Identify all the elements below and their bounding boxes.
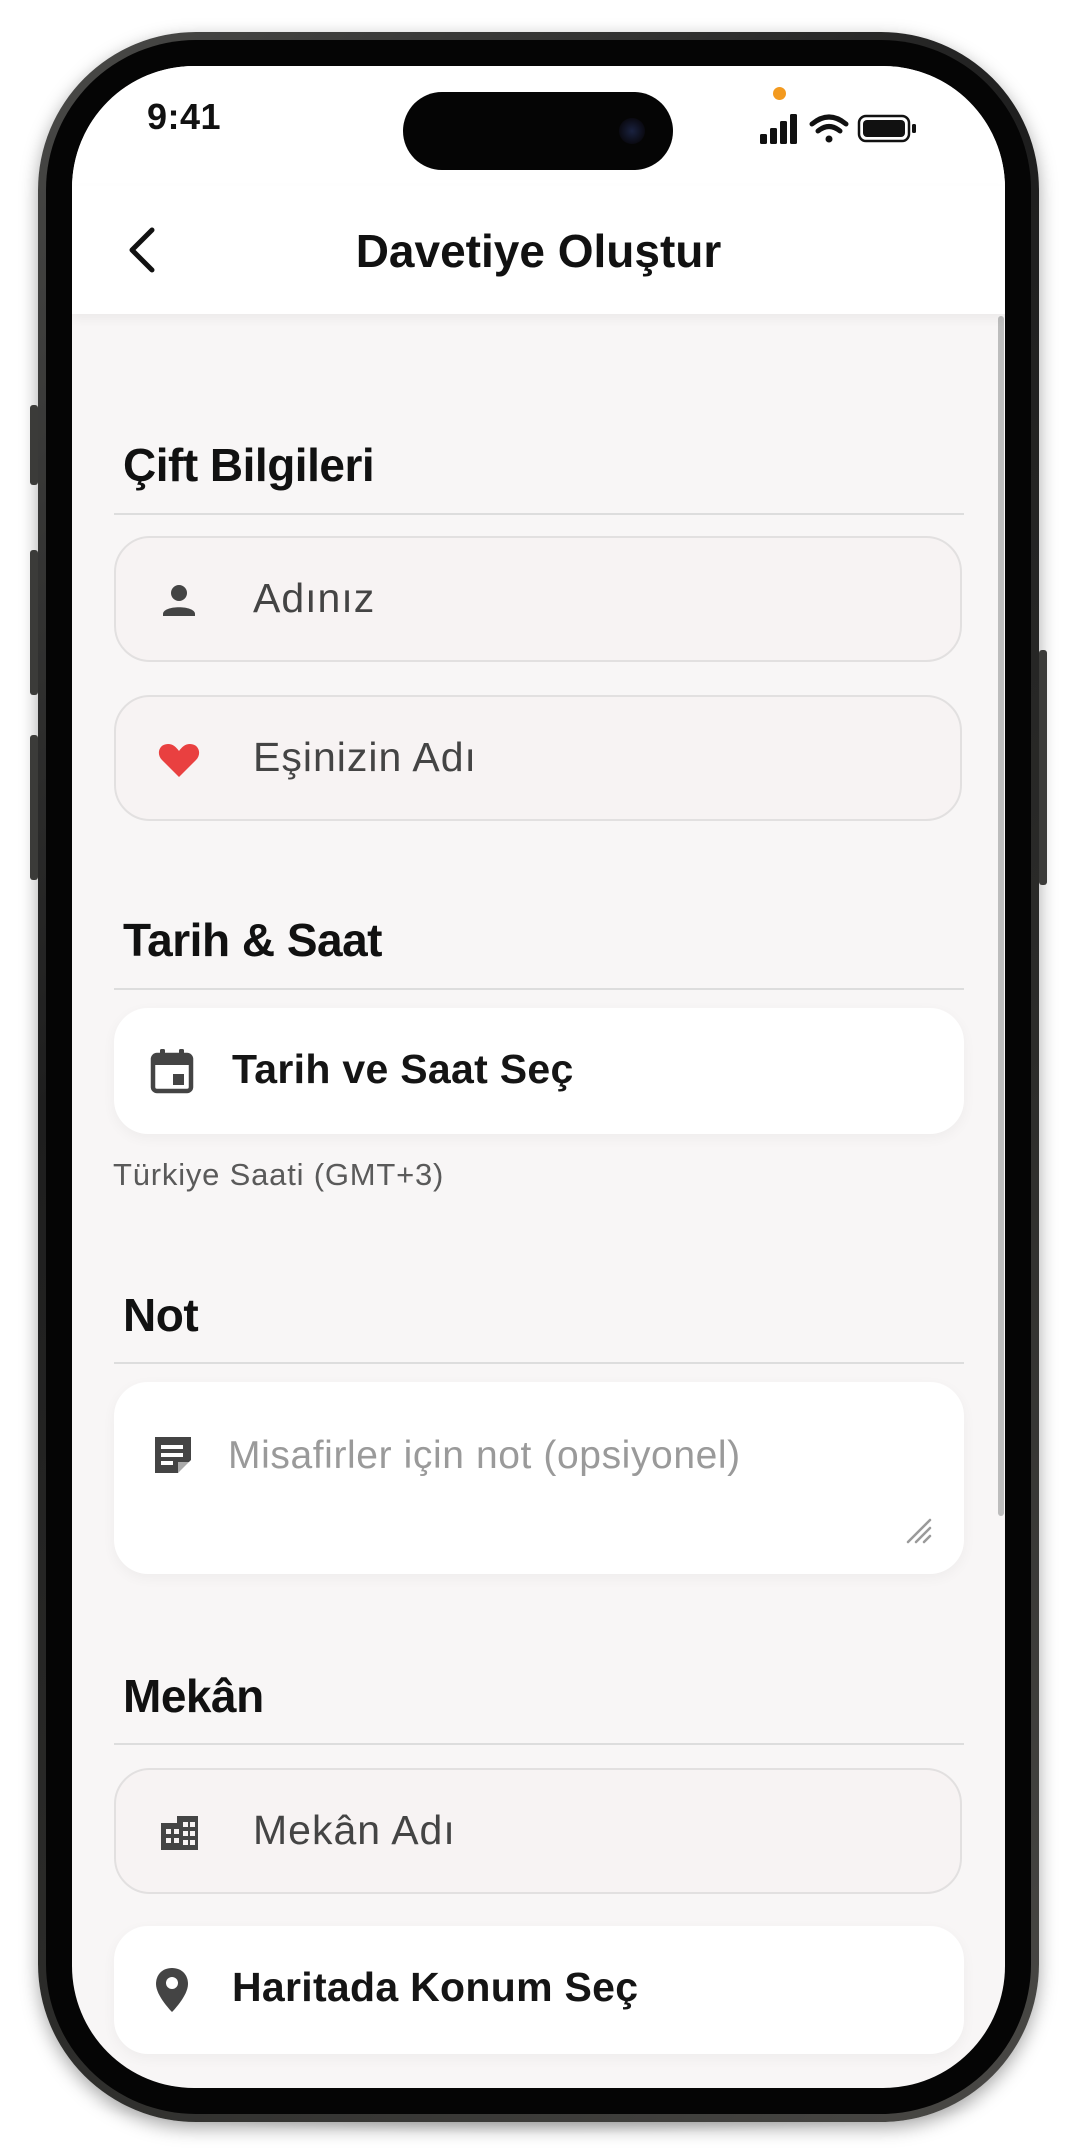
status-bar: 9:41 (72, 66, 1005, 186)
partner-input-placeholder: Eşinizin Adı (253, 734, 477, 780)
note-icon (155, 1437, 191, 1473)
status-time: 9:41 (147, 96, 222, 137)
date-time-picker-button[interactable]: Tarih ve Saat Seç (114, 1008, 964, 1134)
cellular-signal-icon (760, 114, 797, 144)
note-placeholder: Misafirler için not (opsiyonel) (228, 1434, 741, 1477)
map-location-picker-button[interactable]: Haritada Konum Seç (114, 1926, 964, 2054)
action-button (30, 405, 38, 485)
name-input-placeholder: Adınız (253, 575, 376, 621)
front-camera (619, 118, 645, 144)
dynamic-island (403, 92, 673, 170)
app-header: Davetiye Oluştur (72, 186, 1005, 314)
battery-icon (857, 114, 916, 143)
section-divider (114, 1362, 964, 1364)
form-content[interactable]: Çift Bilgileri Adınız Eşinizin Adı Tarih… (72, 314, 1005, 2088)
heart-icon (158, 744, 200, 777)
venue-name-input[interactable]: Mekân Adı (114, 1768, 962, 1894)
volume-down-button (30, 735, 38, 880)
page-title: Davetiye Oluştur (355, 225, 722, 277)
section-title-couple: Çift Bilgileri (123, 439, 375, 491)
partner-name-input[interactable]: Eşinizin Adı (114, 695, 962, 821)
power-button (1039, 650, 1047, 885)
scrollbar[interactable] (998, 316, 1004, 1516)
section-divider (114, 513, 964, 515)
section-title-note: Not (123, 1289, 199, 1341)
date-time-picker-label: Tarih ve Saat Seç (232, 1046, 574, 1092)
venue-input-placeholder: Mekân Adı (253, 1807, 456, 1853)
person-icon (163, 585, 195, 616)
section-divider (114, 988, 964, 990)
app-screen: 9:41 Davetiye Oluştur Çift Bilgileri Adı… (72, 66, 1005, 2088)
section-divider (114, 1743, 964, 1745)
section-title-datetime: Tarih & Saat (123, 914, 383, 966)
location-pin-icon (156, 1968, 188, 2012)
map-location-picker-label: Haritada Konum Seç (232, 1964, 639, 2010)
privacy-indicator-dot (773, 87, 786, 100)
timezone-note: Türkiye Saati (GMT+3) (113, 1157, 445, 1192)
note-textarea[interactable]: Misafirler için not (opsiyonel) (114, 1382, 964, 1574)
section-title-venue: Mekân (123, 1670, 264, 1722)
volume-up-button (30, 550, 38, 695)
status-icons (760, 112, 930, 151)
name-input[interactable]: Adınız (114, 536, 962, 662)
building-icon (161, 1816, 198, 1850)
resize-handle-icon[interactable] (904, 1516, 932, 1544)
calendar-icon (150, 1049, 194, 1094)
wifi-icon (809, 114, 849, 143)
